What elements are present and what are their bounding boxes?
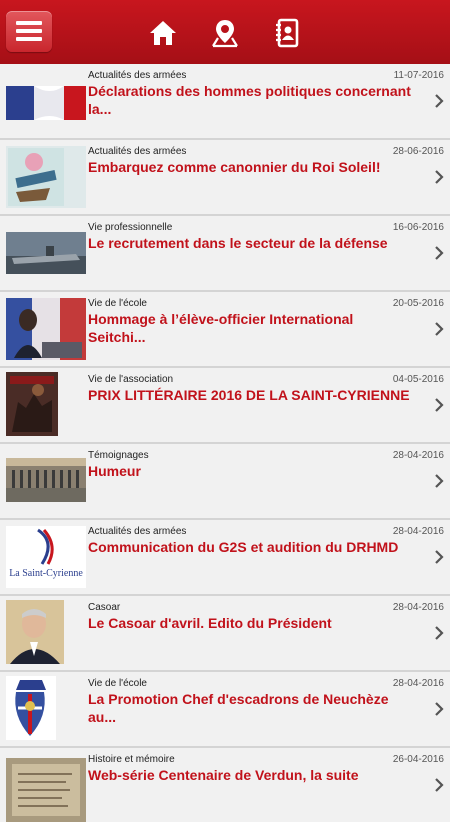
article-date: 28-04-2016 (392, 450, 444, 461)
article-date: 20-05-2016 (392, 298, 444, 309)
category-label: Vie de l'école (88, 298, 147, 309)
article-title[interactable]: Communication du G2S et audition du DRHM… (88, 538, 413, 556)
article-title[interactable]: Hommage à l’élève-officier International… (88, 310, 413, 346)
article-date: 11-07-2016 (393, 70, 444, 81)
list-item[interactable]: La Saint-Cyrienne Actualités des armées … (0, 520, 450, 596)
article-thumbnail (6, 232, 86, 274)
category-label: Casoar (88, 602, 121, 613)
article-title[interactable]: Humeur (88, 462, 413, 480)
chevron-right-icon (435, 398, 444, 412)
category-label: Actualités des armées (88, 526, 187, 537)
article-thumbnail (6, 298, 86, 360)
article-date: 04-05-2016 (392, 374, 444, 385)
article-thumbnail (6, 458, 86, 502)
list-item[interactable]: Actualités des armées 28-06-2016 Embarqu… (0, 140, 450, 216)
chevron-right-icon (435, 322, 444, 336)
article-date: 16-06-2016 (392, 222, 444, 233)
map-pin-icon[interactable] (210, 18, 240, 48)
article-title[interactable]: PRIX LITTÉRAIRE 2016 DE LA SAINT-CYRIENN… (88, 386, 413, 404)
article-date: 28-06-2016 (392, 146, 444, 157)
article-thumbnail (6, 676, 56, 740)
home-icon[interactable] (148, 18, 178, 48)
article-title[interactable]: Web-série Centenaire de Verdun, la suite (88, 766, 413, 784)
category-label: Actualités des armées (88, 70, 187, 81)
article-title[interactable]: Le recrutement dans le secteur de la déf… (88, 234, 413, 252)
thumb-text: La Saint-Cyrienne (9, 568, 83, 579)
chevron-right-icon (435, 626, 444, 640)
chevron-right-icon (435, 702, 444, 716)
chevron-right-icon (435, 550, 444, 564)
article-thumbnail (6, 372, 58, 436)
category-label: Histoire et mémoire (88, 754, 175, 765)
category-label: Vie professionnelle (88, 222, 173, 233)
article-date: 28-04-2016 (392, 526, 444, 537)
contacts-icon[interactable] (272, 18, 302, 48)
list-item[interactable]: Vie professionnelle 16-06-2016 Le recrut… (0, 216, 450, 292)
list-item[interactable]: Actualités des armées 11-07-2016 Déclara… (0, 64, 450, 140)
category-label: Actualités des armées (88, 146, 187, 157)
article-title[interactable]: Le Casoar d'avril. Edito du Président (88, 614, 413, 632)
chevron-right-icon (435, 246, 444, 260)
article-thumbnail (6, 600, 64, 664)
category-label: Vie de l'école (88, 678, 147, 689)
article-thumbnail (6, 146, 86, 208)
hamburger-icon[interactable] (6, 11, 52, 52)
list-item[interactable]: Vie de l'école 20-05-2016 Hommage à l’él… (0, 292, 450, 368)
list-item[interactable]: Vie de l'association 04-05-2016 PRIX LIT… (0, 368, 450, 444)
top-bar (0, 0, 450, 64)
list-item[interactable]: Vie de l'école 28-04-2016 La Promotion C… (0, 672, 450, 748)
list-item[interactable]: Casoar 28-04-2016 Le Casoar d'avril. Edi… (0, 596, 450, 672)
article-date: 28-04-2016 (392, 678, 444, 689)
chevron-right-icon (435, 170, 444, 184)
category-label: Témoignages (88, 450, 149, 461)
la-saint-cyrienne-logo: La Saint-Cyrienne (6, 526, 86, 588)
article-title[interactable]: La Promotion Chef d'escadrons de Neuchèz… (88, 690, 413, 726)
article-date: 28-04-2016 (392, 602, 444, 613)
chevron-right-icon (435, 94, 444, 108)
list-item[interactable]: Témoignages 28-04-2016 Humeur (0, 444, 450, 520)
chevron-right-icon (435, 474, 444, 488)
article-title[interactable]: Déclarations des hommes politiques conce… (88, 82, 413, 118)
category-label: Vie de l'association (88, 374, 174, 385)
article-list: Actualités des armées 11-07-2016 Déclara… (0, 64, 450, 822)
article-thumbnail (6, 758, 86, 822)
list-item[interactable]: Histoire et mémoire 26-04-2016 Web-série… (0, 748, 450, 822)
article-date: 26-04-2016 (392, 754, 444, 765)
chevron-right-icon (435, 778, 444, 792)
article-title[interactable]: Embarquez comme canonnier du Roi Soleil! (88, 158, 413, 176)
article-thumbnail (6, 72, 86, 132)
